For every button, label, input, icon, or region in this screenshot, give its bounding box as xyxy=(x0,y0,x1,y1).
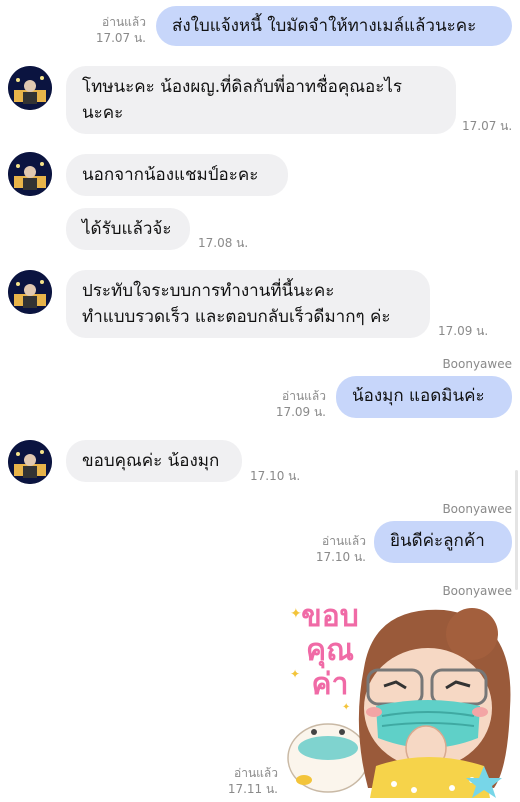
sticker-text-line: คุณ xyxy=(306,633,354,668)
message-time: 17.07 น. xyxy=(95,31,146,45)
message-text-line: ทำแบบรวดเร็ว และตอบกลับเร็วดีมากๆ ค่ะ xyxy=(82,307,391,327)
message-status: อ่านแล้ว 17.09 น. xyxy=(256,388,326,420)
message-text: ได้รับแล้วจ้ะ xyxy=(82,219,172,239)
read-receipt: อ่านแล้ว xyxy=(282,389,326,403)
incoming-message-bubble[interactable]: โทษนะคะ น้องผญ.ที่ดิลกับพี่อาทชื่อคุณอะไ… xyxy=(66,66,456,134)
message-time: 17.11 น. xyxy=(227,782,278,796)
message-status: อ่านแล้ว 17.07 น. xyxy=(78,14,146,46)
read-receipt: อ่านแล้ว xyxy=(102,15,146,29)
avatar-image xyxy=(8,270,52,314)
sticker-text-line: ค่า xyxy=(311,667,349,702)
message-text: น้องมุก แอดมินค่ะ xyxy=(352,386,485,406)
incoming-message-bubble[interactable]: นอกจากน้องแชมป์อะคะ xyxy=(66,154,288,196)
incoming-message-bubble[interactable]: ขอบคุณค่ะ น้องมุก xyxy=(66,440,242,482)
outgoing-message-bubble[interactable]: น้องมุก แอดมินค่ะ xyxy=(336,376,512,418)
message-time: 17.09 น. xyxy=(275,405,326,419)
message-time: 17.10 น. xyxy=(250,469,301,483)
scrollbar[interactable] xyxy=(515,470,518,590)
message-text: ส่งใบแจ้งหนี้ ใบมัดจำให้ทางเมล์แล้วนะคะ xyxy=(172,16,477,36)
message-time: 17.09 น. xyxy=(438,324,489,338)
outgoing-message-bubble[interactable]: ส่งใบแจ้งหนี้ ใบมัดจำให้ทางเมล์แล้วนะคะ xyxy=(156,6,512,46)
avatar-image xyxy=(8,152,52,196)
message-text: ขอบคุณค่ะ น้องมุก xyxy=(82,451,220,471)
message-text-line: ประทับใจระบบการทำงานที่นี้นะคะ xyxy=(82,281,335,301)
read-receipt: อ่านแล้ว xyxy=(234,766,278,780)
thank-you-sticker[interactable]: ✦ ✦ ✦ ขอบ คุณ ค่า xyxy=(284,598,514,798)
read-receipt: อ่านแล้ว xyxy=(322,534,366,548)
sticker-text-line: ขอบ xyxy=(301,599,359,634)
message-text-line: โทษนะคะ น้องผญ.ที่ดิลกับพี่อาทชื่อคุณอะไ… xyxy=(82,77,403,97)
sender-name: Boonyawee xyxy=(442,502,512,516)
message-status: อ่านแล้ว 17.11 น. xyxy=(208,765,278,797)
svg-text:✦: ✦ xyxy=(342,702,350,713)
avatar-icon[interactable] xyxy=(8,66,52,110)
avatar-icon[interactable] xyxy=(8,152,52,196)
incoming-message-bubble[interactable]: ได้รับแล้วจ้ะ xyxy=(66,208,190,250)
sender-name: Boonyawee xyxy=(442,357,512,371)
message-text: ยินดีค่ะลูกค้า xyxy=(390,531,485,551)
avatar-image xyxy=(8,440,52,484)
message-time: 17.10 น. xyxy=(315,550,366,564)
avatar-image xyxy=(8,66,52,110)
message-status: อ่านแล้ว 17.10 น. xyxy=(296,533,366,565)
message-time: 17.07 น. xyxy=(462,119,513,133)
avatar-icon[interactable] xyxy=(8,270,52,314)
incoming-message-bubble[interactable]: ประทับใจระบบการทำงานที่นี้นะคะ ทำแบบรวดเ… xyxy=(66,270,430,338)
message-text-line: นะคะ xyxy=(82,103,124,123)
outgoing-message-bubble[interactable]: ยินดีค่ะลูกค้า xyxy=(374,521,512,563)
avatar-icon[interactable] xyxy=(8,440,52,484)
message-time: 17.08 น. xyxy=(198,236,249,250)
message-text: นอกจากน้องแชมป์อะคะ xyxy=(82,165,259,185)
sender-name: Boonyawee xyxy=(442,584,512,598)
sticker-text: ขอบ คุณ ค่า xyxy=(290,600,370,702)
